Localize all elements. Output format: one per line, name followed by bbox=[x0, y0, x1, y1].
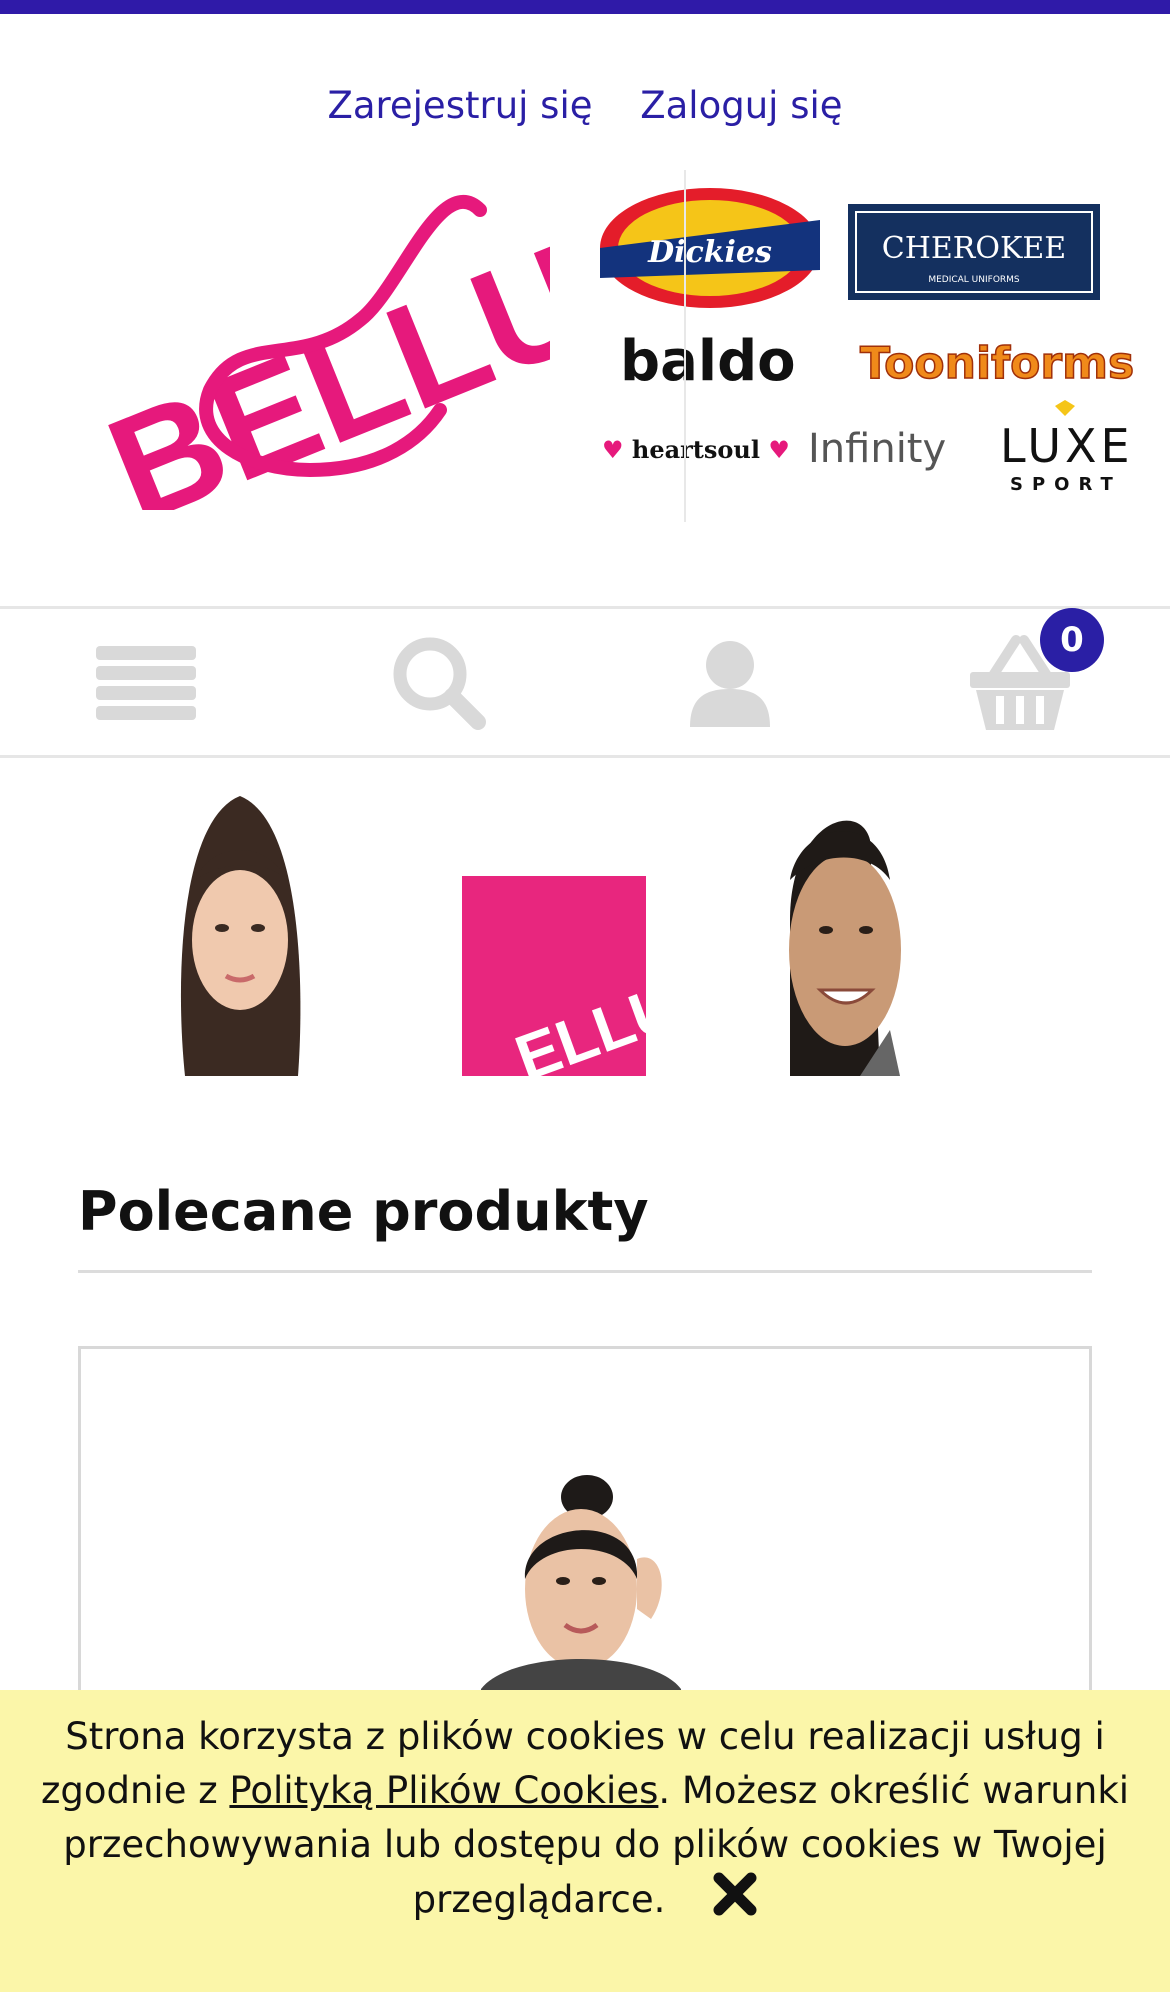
dickies-logo: Dickies bbox=[600, 188, 820, 308]
close-icon bbox=[713, 1872, 757, 1916]
featured-products-title: Polecane produkty bbox=[78, 1180, 649, 1243]
search-button[interactable] bbox=[380, 629, 500, 739]
hero-woman-photo bbox=[180, 796, 301, 1076]
luxe-logo: LUXE bbox=[1000, 419, 1134, 473]
bellus-logo: BELLUS bbox=[87, 174, 706, 555]
infinity-logo: Infinity bbox=[808, 426, 946, 472]
tooniforms-logo: Tooniforms bbox=[860, 338, 1134, 389]
section-divider bbox=[78, 1270, 1092, 1273]
baldo-logo: baldo bbox=[620, 329, 796, 394]
auth-links: Zarejestruj się Zaloguj się bbox=[0, 84, 1170, 127]
user-icon bbox=[690, 641, 770, 727]
menu-button[interactable] bbox=[86, 629, 206, 739]
site-logo-banner[interactable]: BELLUS Dickies CHEROKEE MEDICAL UNIFORMS… bbox=[80, 170, 1135, 555]
svg-text:MEDICAL UNIFORMS: MEDICAL UNIFORMS bbox=[928, 275, 1020, 285]
hero-banner[interactable]: ELLUS bbox=[0, 780, 1170, 1076]
cart-count-badge: 0 bbox=[1040, 608, 1104, 672]
hero-bellus-block: ELLUS bbox=[462, 876, 728, 1076]
cookie-policy-link[interactable]: Polityką Plików Cookies bbox=[229, 1769, 658, 1812]
svg-text:SPORT: SPORT bbox=[1010, 474, 1122, 495]
cookie-banner: Strona korzysta z plików cookies w celu … bbox=[0, 1690, 1170, 1992]
search-icon bbox=[393, 637, 486, 730]
brand-divider bbox=[684, 170, 686, 522]
account-button[interactable] bbox=[670, 629, 790, 739]
brand-logos: Dickies CHEROKEE MEDICAL UNIFORMS baldo … bbox=[600, 180, 1140, 530]
login-link[interactable]: Zaloguj się bbox=[640, 84, 842, 127]
cherokee-logo: CHEROKEE MEDICAL UNIFORMS bbox=[848, 204, 1100, 300]
svg-text:Dickies: Dickies bbox=[647, 235, 772, 270]
cookie-close-button[interactable] bbox=[713, 1872, 757, 1931]
register-link[interactable]: Zarejestruj się bbox=[327, 84, 592, 127]
hamburger-icon bbox=[96, 646, 196, 720]
hero-man-photo bbox=[789, 820, 901, 1076]
top-accent-bar bbox=[0, 0, 1170, 14]
heartsoul-logo: ♥ heartsoul ♥ bbox=[602, 435, 790, 464]
svg-text:CHEROKEE: CHEROKEE bbox=[882, 231, 1066, 266]
icon-nav-bar bbox=[0, 606, 1170, 758]
